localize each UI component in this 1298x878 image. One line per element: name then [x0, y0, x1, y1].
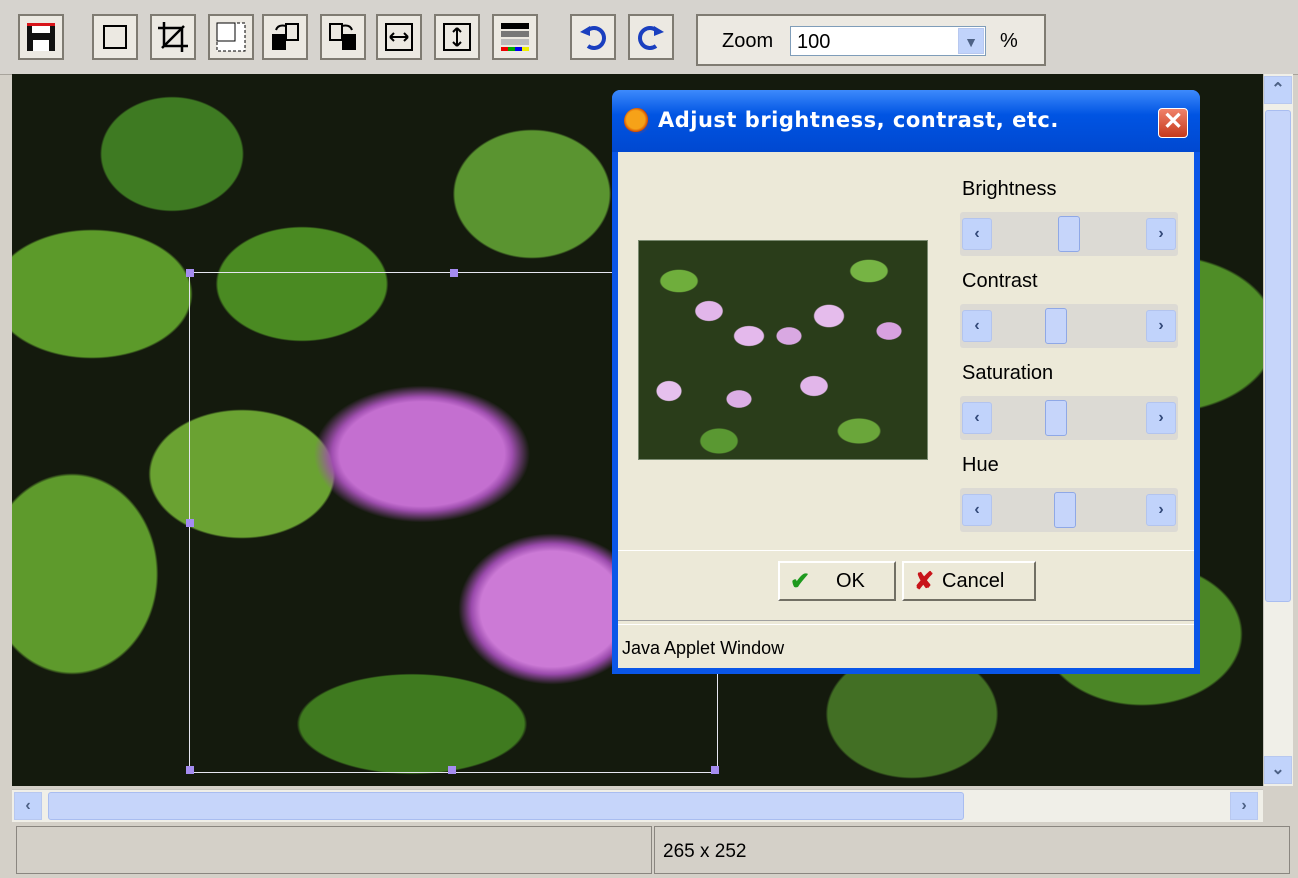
color-adjust-icon — [501, 23, 529, 51]
selection-handle[interactable] — [711, 766, 719, 774]
applet-warning: Java Applet Window — [622, 638, 785, 658]
chevron-left-icon[interactable]: ‹ — [962, 310, 992, 342]
flip-horizontal-icon — [385, 23, 413, 51]
rotate-left-button[interactable] — [262, 14, 308, 60]
vertical-scrollbar[interactable]: ⌃ ⌄ — [1263, 74, 1293, 786]
selection-handle[interactable] — [186, 519, 194, 527]
zoom-label: Zoom — [722, 30, 774, 52]
close-icon: ✕ — [1162, 108, 1184, 135]
chevron-right-icon[interactable]: › — [1146, 218, 1176, 250]
crop-button[interactable] — [150, 14, 196, 60]
preview-image — [638, 240, 928, 460]
color-adjust-button[interactable] — [492, 14, 538, 60]
undo-icon — [580, 26, 606, 50]
cancel-button[interactable]: ✘ Cancel — [902, 561, 1036, 601]
close-button[interactable]: ✕ — [1158, 108, 1188, 138]
save-icon — [27, 23, 55, 51]
divider — [618, 620, 1194, 625]
cross-icon: ✘ — [914, 568, 935, 595]
selection-handle[interactable] — [186, 766, 194, 774]
dialog-title: Adjust brightness, contrast, etc. — [658, 108, 1059, 132]
selection-handle[interactable] — [448, 766, 456, 774]
dialog-body: Brightness ‹ › Contrast ‹ › Saturation ‹… — [618, 152, 1194, 668]
chevron-left-icon[interactable]: ‹ — [962, 218, 992, 250]
chevron-left-icon[interactable]: ‹ — [962, 402, 992, 434]
dialog-titlebar[interactable]: Adjust brightness, contrast, etc. ✕ — [612, 90, 1200, 152]
contrast-slider[interactable]: ‹ › — [960, 304, 1178, 348]
hue-slider[interactable]: ‹ › — [960, 488, 1178, 532]
chevron-right-icon[interactable]: › — [1146, 402, 1176, 434]
status-dimensions: 265 x 252 — [654, 826, 1290, 874]
hue-label: Hue — [962, 454, 999, 476]
select-button[interactable] — [92, 14, 138, 60]
scroll-left-button[interactable]: ‹ — [14, 792, 42, 820]
chevron-down-icon[interactable]: ▼ — [958, 28, 984, 54]
flip-vertical-button[interactable] — [434, 14, 480, 60]
status-left — [16, 826, 652, 874]
slider-thumb[interactable] — [1045, 400, 1068, 436]
saturation-label: Saturation — [962, 362, 1054, 384]
scroll-up-button[interactable]: ⌃ — [1264, 76, 1292, 104]
ok-button[interactable]: ✔ OK — [778, 561, 896, 601]
resize-icon — [216, 22, 246, 52]
brightness-label: Brightness — [962, 178, 1057, 200]
redo-icon — [638, 26, 664, 50]
saturation-slider[interactable]: ‹ › — [960, 396, 1178, 440]
zoom-select[interactable]: 100 ▼ — [790, 26, 986, 56]
checkmark-icon: ✔ — [790, 568, 811, 595]
rotate-left-icon — [272, 23, 299, 50]
scroll-down-button[interactable]: ⌄ — [1264, 756, 1292, 784]
slider-thumb[interactable] — [1058, 216, 1080, 252]
adjust-dialog: Adjust brightness, contrast, etc. ✕ Brig… — [612, 90, 1200, 674]
redo-button[interactable] — [628, 14, 674, 60]
slider-thumb[interactable] — [1045, 308, 1068, 344]
undo-button[interactable] — [570, 14, 616, 60]
horizontal-scroll-thumb[interactable] — [48, 792, 964, 820]
vertical-scroll-thumb[interactable] — [1265, 110, 1291, 602]
zoom-value: 100 — [797, 31, 831, 53]
rotate-right-icon — [329, 23, 356, 50]
chevron-left-icon[interactable]: ‹ — [962, 494, 992, 526]
chevron-right-icon[interactable]: › — [1146, 310, 1176, 342]
contrast-label: Contrast — [962, 270, 1038, 292]
cancel-label: Cancel — [942, 570, 1005, 592]
flip-horizontal-button[interactable] — [376, 14, 422, 60]
dialog-button-row: ✔ OK ✘ Cancel — [618, 550, 1194, 609]
flip-vertical-icon — [443, 23, 471, 51]
rotate-right-button[interactable] — [320, 14, 366, 60]
select-rectangle-icon — [103, 25, 127, 49]
selection-handle[interactable] — [450, 269, 458, 277]
ok-label: OK — [836, 570, 865, 592]
toolbar: Zoom 100 ▼ % — [0, 0, 1298, 75]
zoom-unit: % — [1000, 30, 1018, 52]
crop-icon — [158, 22, 188, 52]
selection-handle[interactable] — [186, 269, 194, 277]
brightness-slider[interactable]: ‹ › — [960, 212, 1178, 256]
horizontal-scrollbar[interactable]: ‹ › — [12, 789, 1263, 822]
image-size-text: 265 x 252 — [663, 841, 747, 862]
zoom-control: Zoom 100 ▼ % — [696, 14, 1046, 66]
firefox-icon — [624, 108, 650, 134]
resize-button[interactable] — [208, 14, 254, 60]
save-button[interactable] — [18, 14, 64, 60]
chevron-right-icon[interactable]: › — [1146, 494, 1176, 526]
scroll-right-button[interactable]: › — [1230, 792, 1258, 820]
slider-thumb[interactable] — [1054, 492, 1077, 528]
